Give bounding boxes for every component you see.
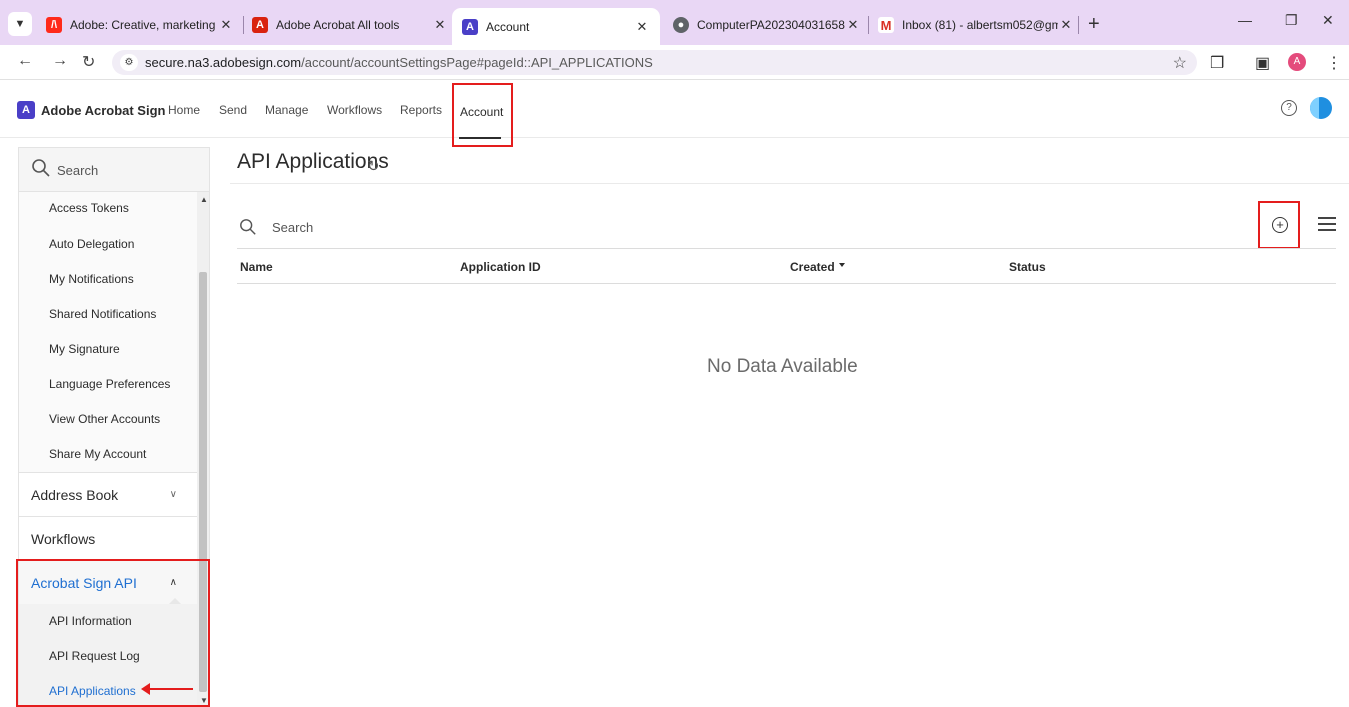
globe-icon: ● <box>673 17 689 33</box>
tab-separator <box>1078 16 1079 34</box>
close-tab-icon[interactable]: ✕ <box>634 19 650 35</box>
adobe-red-icon: /\ <box>46 17 62 33</box>
column-header-name[interactable]: Name <box>240 260 273 274</box>
close-tab-icon[interactable]: ✕ <box>845 17 861 33</box>
bookmark-star-icon[interactable]: ☆ <box>1173 53 1187 73</box>
new-tab-icon[interactable]: + <box>1088 13 1100 36</box>
hamburger-menu-icon[interactable] <box>1318 217 1336 235</box>
window-close-icon[interactable]: ✕ <box>1322 12 1334 29</box>
sidebar-section-workflows[interactable]: Workflows <box>19 516 197 560</box>
brand[interactable]: A Adobe Acrobat Sign <box>17 101 165 119</box>
annotation-arrow-icon <box>141 683 193 695</box>
reload-icon[interactable]: ↻ <box>82 52 95 72</box>
sidebar-section-address-book[interactable]: Address Book ∨ <box>19 472 197 516</box>
applications-search[interactable]: Search <box>237 213 637 243</box>
acrobat-sign-icon: A <box>462 18 478 35</box>
sidebar-item-language-preferences[interactable]: Language Preferences <box>19 367 197 402</box>
nav-workflows[interactable]: Workflows <box>327 103 382 117</box>
browser-tab-inbox[interactable]: M Inbox (81) - albertsm052@gma ✕ <box>878 10 1074 40</box>
minimize-icon[interactable]: — <box>1238 12 1252 28</box>
browser-tab-strip: ▼ /\ Adobe: Creative, marketing and ✕ A … <box>0 0 1349 45</box>
sidebar-item-share-my-account[interactable]: Share My Account <box>19 437 197 472</box>
browser-tab-acrobat-tools[interactable]: A Adobe Acrobat All tools ✕ <box>252 10 448 40</box>
divider <box>230 183 1349 184</box>
column-header-application-id[interactable]: Application ID <box>460 260 541 274</box>
close-tab-icon[interactable]: ✕ <box>432 17 448 33</box>
column-header-status[interactable]: Status <box>1009 260 1046 274</box>
page-title: API Applications <box>237 150 389 173</box>
nav-manage[interactable]: Manage <box>265 103 308 117</box>
sidebar-item-view-other-accounts[interactable]: View Other Accounts <box>19 402 197 437</box>
nav-send[interactable]: Send <box>219 103 247 117</box>
sidebar-search[interactable]: Search <box>19 148 209 192</box>
browser-tab-computerpa[interactable]: ● ComputerPA20230403165854_ ✕ <box>673 10 861 40</box>
chevron-down-icon: ∨ <box>169 489 177 500</box>
back-icon[interactable]: ← <box>17 52 33 70</box>
more-menu-icon[interactable]: ⋮ <box>1326 53 1342 73</box>
table-header: Name Application ID Created Status <box>237 248 1336 284</box>
help-icon[interactable]: ? <box>1281 100 1297 116</box>
acrobat-icon: A <box>252 17 268 33</box>
user-avatar[interactable] <box>1310 97 1332 119</box>
acrobat-sign-logo-icon: A <box>17 101 35 119</box>
empty-state-message: No Data Available <box>707 356 858 377</box>
nav-reports[interactable]: Reports <box>400 103 442 117</box>
active-nav-underline <box>459 137 501 139</box>
sidebar-item-shared-notifications[interactable]: Shared Notifications <box>19 297 197 332</box>
scroll-up-arrow-icon[interactable]: ▲ <box>200 195 208 204</box>
nav-account[interactable]: Account <box>460 105 503 119</box>
sidebar-item-auto-delegation[interactable]: Auto Delegation <box>19 227 197 262</box>
close-tab-icon[interactable]: ✕ <box>1058 17 1074 33</box>
sidebar-item-my-notifications[interactable]: My Notifications <box>19 262 197 297</box>
tab-search-icon[interactable]: ▼ <box>8 12 32 36</box>
nav-account-highlight[interactable]: Account <box>452 83 513 147</box>
site-info-icon[interactable]: ⚙ <box>120 54 138 71</box>
plus-circle-icon: + <box>1272 217 1288 233</box>
tab-separator <box>243 16 244 34</box>
extensions-icon[interactable]: ❒ <box>1210 53 1224 73</box>
sort-descending-icon <box>838 263 845 267</box>
column-header-created[interactable]: Created <box>790 260 845 274</box>
api-section-highlight <box>16 559 210 707</box>
side-panel-icon[interactable]: ▣ <box>1255 53 1270 73</box>
refresh-icon[interactable]: ↻ <box>367 157 380 175</box>
app-header: A Adobe Acrobat Sign Home Send Manage Wo… <box>0 81 1349 138</box>
address-bar[interactable]: ⚙ secure.na3.adobesign.com/account/accou… <box>112 50 1197 75</box>
sidebar-item-my-signature[interactable]: My Signature <box>19 332 197 367</box>
forward-icon[interactable]: → <box>52 52 68 70</box>
browser-toolbar: ← → ↻ ⚙ secure.na3.adobesign.com/account… <box>0 45 1349 80</box>
nav-home[interactable]: Home <box>168 103 200 117</box>
browser-tab-adobe[interactable]: /\ Adobe: Creative, marketing and ✕ <box>46 10 234 40</box>
gmail-icon: M <box>878 17 894 33</box>
sidebar-item-access-tokens[interactable]: Access Tokens <box>19 192 197 225</box>
browser-profile-avatar[interactable]: A <box>1288 53 1306 71</box>
browser-tab-account[interactable]: A Account ✕ <box>452 8 660 45</box>
tab-separator <box>868 16 869 34</box>
url-text[interactable]: secure.na3.adobesign.com/account/account… <box>145 55 653 70</box>
restore-icon[interactable]: ❐ <box>1285 12 1298 29</box>
search-icon <box>32 159 50 177</box>
add-application-button[interactable]: + <box>1258 201 1300 249</box>
close-tab-icon[interactable]: ✕ <box>218 17 234 33</box>
search-icon <box>240 219 256 235</box>
